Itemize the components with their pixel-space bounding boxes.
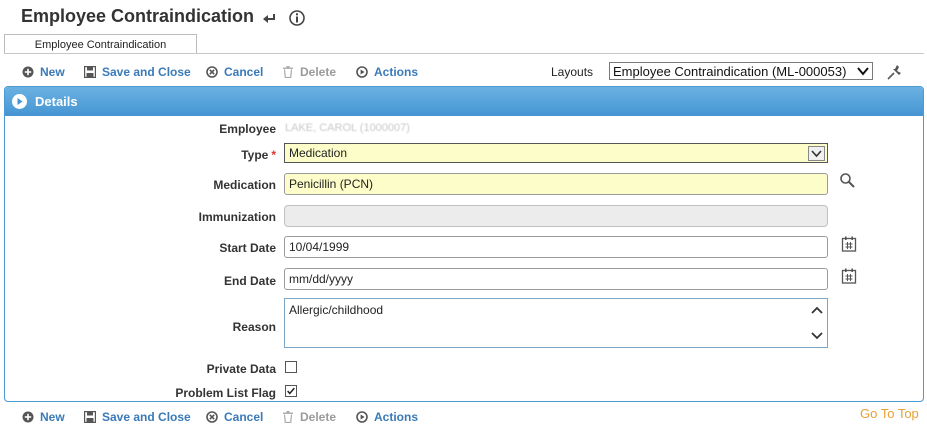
save-and-close-button[interactable]: Save and Close [84,408,191,426]
type-select-arrow [808,146,825,161]
end-date-input[interactable]: mm/dd/yyyy [284,268,828,290]
back-arrow-icon[interactable] [260,9,278,27]
textarea-scrollbar[interactable] [808,300,826,346]
new-button[interactable]: New [22,63,65,81]
calendar-icon[interactable] [841,236,857,252]
type-select[interactable]: Medication [284,143,828,163]
page-title: Employee Contraindication [21,6,255,26]
immunization-label: Immunization [198,210,276,224]
save-icon [84,411,96,423]
delete-button[interactable]: Delete [282,408,336,426]
calendar-icon[interactable] [841,268,857,284]
employee-value: LAKE, CAROL (1000007) [285,122,410,134]
layouts-select[interactable]: Employee Contraindication (ML-000053) [609,62,873,80]
plus-circle-icon [22,66,34,78]
cancel-button[interactable]: Cancel [206,63,263,81]
play-circle-icon [356,66,368,78]
medication-input[interactable]: Penicillin (PCN) [284,173,828,195]
expand-circle-icon [12,94,27,109]
reason-label: Reason [232,320,276,334]
plus-circle-icon [22,411,34,423]
save-and-close-button[interactable]: Save and Close [84,63,191,81]
employee-label: Employee [219,122,276,136]
reason-textarea[interactable]: Allergic/childhood [284,298,828,348]
delete-button[interactable]: Delete [282,63,336,81]
problem-list-flag-label: Problem List Flag [175,386,276,400]
required-marker: * [271,148,276,162]
start-date-input[interactable]: 10/04/1999 [284,236,828,258]
layouts-label: Layouts [551,65,594,79]
trash-icon [283,411,293,423]
play-circle-icon [356,411,368,423]
actions-button[interactable]: Actions [356,63,418,81]
tab-employee-contraindication[interactable]: Employee Contraindication [4,34,197,54]
type-label: Type * [241,148,276,162]
start-date-label: Start Date [219,241,276,255]
end-date-label: End Date [223,274,276,288]
go-to-top-link[interactable]: Go To Top [860,406,919,421]
pin-icon[interactable] [886,64,904,80]
medication-label: Medication [213,178,276,192]
problem-list-flag-checkbox[interactable] [285,385,297,397]
save-icon [84,66,96,78]
details-header[interactable]: Details [5,87,923,116]
cancel-button[interactable]: Cancel [206,408,263,426]
trash-icon [283,66,293,78]
private-data-label: Private Data [206,362,276,376]
checkmark-icon [287,387,295,395]
immunization-input[interactable] [284,205,828,227]
new-button[interactable]: New [22,408,65,426]
actions-button[interactable]: Actions [356,408,418,426]
tab-label: Employee Contraindication [34,39,167,51]
search-icon[interactable] [839,172,855,188]
info-icon[interactable] [288,9,306,27]
cancel-circle-icon [206,411,218,423]
tab-divider [4,53,924,54]
chevron-down-icon [811,150,822,158]
cancel-circle-icon [206,66,218,78]
private-data-checkbox[interactable] [285,361,297,373]
chevron-down-icon [857,67,869,76]
